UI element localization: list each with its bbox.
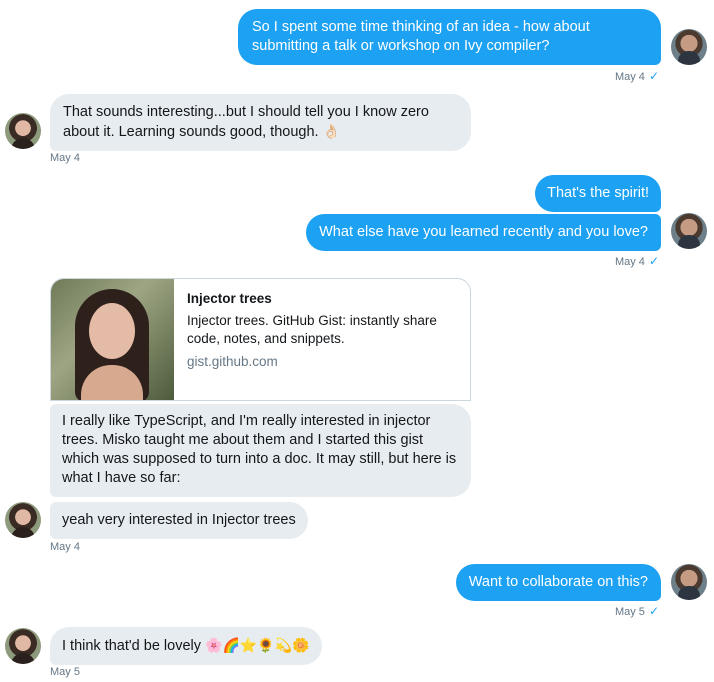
timestamp: May 5 bbox=[614, 606, 645, 618]
timestamp: May 4 bbox=[50, 152, 80, 164]
timestamp: May 4 bbox=[614, 71, 645, 83]
message-meta: May 5 ✓ bbox=[615, 604, 659, 618]
timestamp: May 4 bbox=[614, 256, 645, 268]
message-text: I think that'd be lovely bbox=[62, 638, 201, 654]
message-bubble[interactable]: That's the spirit! bbox=[535, 175, 661, 212]
timestamp: May 4 bbox=[50, 541, 80, 553]
avatar[interactable] bbox=[671, 29, 707, 65]
message-bubble[interactable]: I think that'd be lovely 🌸🌈⭐🌻💫🌼 bbox=[50, 627, 322, 665]
avatar[interactable] bbox=[671, 213, 707, 249]
message-meta: May 4 ✓ bbox=[615, 254, 659, 268]
link-preview-card[interactable]: Injector trees Injector trees. GitHub Gi… bbox=[50, 278, 471, 401]
avatar[interactable] bbox=[5, 628, 41, 664]
avatar[interactable] bbox=[671, 564, 707, 600]
message-bubble[interactable]: That sounds interesting...but I should t… bbox=[50, 94, 471, 151]
link-preview-title: Injector trees bbox=[187, 291, 272, 306]
message-meta: May 4 ✓ bbox=[615, 69, 659, 83]
message-bubble[interactable]: What else have you learned recently and … bbox=[306, 214, 661, 251]
avatar[interactable] bbox=[5, 502, 41, 538]
link-preview-description: Injector trees. GitHub Gist: instantly s… bbox=[187, 313, 437, 346]
message-bubble[interactable]: So I spent some time thinking of an idea… bbox=[238, 9, 661, 65]
ok-hand-emoji-icon: 👌🏻 bbox=[322, 123, 341, 139]
portrait-face bbox=[89, 303, 135, 359]
message-text: That sounds interesting...but I should t… bbox=[63, 104, 429, 140]
timestamp: May 5 bbox=[50, 666, 80, 678]
read-check-icon: ✓ bbox=[648, 254, 659, 268]
read-check-icon: ✓ bbox=[648, 69, 659, 83]
link-preview-url: gist.github.com bbox=[187, 354, 278, 369]
avatar[interactable] bbox=[5, 113, 41, 149]
flower-rainbow-star-emoji-icon: 🌸🌈⭐🌻💫🌼 bbox=[205, 637, 310, 653]
read-check-icon: ✓ bbox=[648, 604, 659, 618]
message-bubble[interactable]: I really like TypeScript, and I'm really… bbox=[50, 404, 471, 497]
message-bubble[interactable]: yeah very interested in Injector trees bbox=[50, 502, 308, 539]
link-preview-image bbox=[51, 279, 174, 400]
message-bubble[interactable]: Want to collaborate on this? bbox=[455, 564, 661, 601]
